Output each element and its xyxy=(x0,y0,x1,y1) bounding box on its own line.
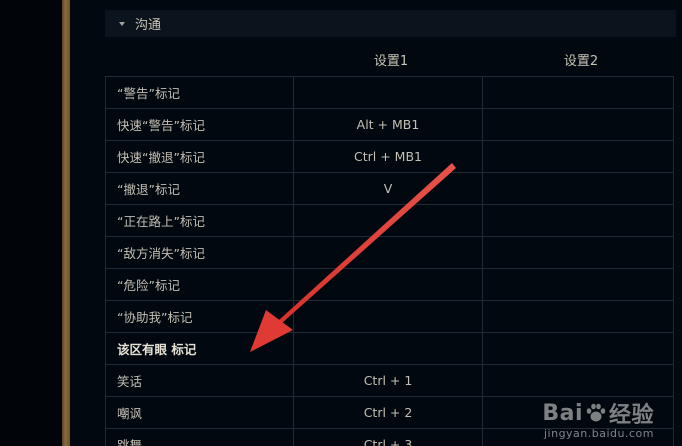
section-title: 沟通 xyxy=(135,18,162,33)
table-row: “协助我”标记 xyxy=(105,300,674,333)
column-header-set1: 设置1 xyxy=(373,54,409,69)
collapse-triangle-icon[interactable] xyxy=(119,21,125,26)
action-label: 笑话 xyxy=(105,364,294,397)
action-label: 快速“撤退”标记 xyxy=(105,140,294,173)
binding-cell-set1[interactable]: Alt + MB1 xyxy=(293,108,483,141)
watermark-brand-left: Bai xyxy=(542,400,583,426)
binding-cell-set2[interactable] xyxy=(482,108,674,141)
binding-cell-set1[interactable] xyxy=(293,268,483,301)
column-header-set2: 设置2 xyxy=(563,54,599,69)
section-header-communication[interactable]: 沟通 xyxy=(105,10,676,37)
paw-logo-icon xyxy=(585,402,607,424)
table-row-highlighted: 该区有眼 标记 xyxy=(105,332,674,365)
watermark-brand-right: 经验 xyxy=(608,403,654,428)
action-label: 快速“警告”标记 xyxy=(105,108,294,141)
binding-cell-set1[interactable] xyxy=(293,236,483,269)
table-row: “危险”标记 xyxy=(105,268,674,301)
table-row: 快速“警告”标记 Alt + MB1 xyxy=(105,108,674,141)
binding-cell-set1[interactable]: Ctrl + MB1 xyxy=(293,140,483,173)
table-row: “撤退”标记 V xyxy=(105,172,674,205)
action-label: “协助我”标记 xyxy=(105,300,294,333)
hotkey-table: “警告”标记 快速“警告”标记 Alt + MB1 快速“撤退”标记 Ctrl … xyxy=(105,76,674,446)
binding-cell-set1[interactable] xyxy=(293,204,483,237)
binding-cell-set2[interactable] xyxy=(482,76,674,109)
binding-cell-set1[interactable] xyxy=(293,76,483,109)
settings-page: 沟通 设置1 设置2 “警告”标记 快速“警告”标记 Alt + MB1 快速“… xyxy=(0,0,682,446)
action-label: “撤退”标记 xyxy=(105,172,294,205)
action-label: 跳舞 xyxy=(105,428,294,446)
action-label: 该区有眼 标记 xyxy=(105,332,294,365)
binding-cell-set2[interactable] xyxy=(482,364,674,397)
table-row: “敌方消失”标记 xyxy=(105,236,674,269)
binding-cell-set1[interactable] xyxy=(293,332,483,365)
table-row: “警告”标记 xyxy=(105,76,674,109)
binding-cell-set1[interactable]: V xyxy=(293,172,483,205)
binding-cell-set2[interactable] xyxy=(482,204,674,237)
watermark-site: jingyan.baidu.com xyxy=(543,427,654,440)
binding-cell-set1[interactable] xyxy=(293,300,483,333)
baidu-jingyan-watermark: Bai 经验 jingyan.baidu.com xyxy=(542,397,654,441)
gold-border-divider xyxy=(62,0,70,446)
left-panel xyxy=(0,0,62,446)
binding-cell-set1[interactable]: Ctrl + 1 xyxy=(293,364,483,397)
table-row: 笑话 Ctrl + 1 xyxy=(105,364,674,397)
table-row: 快速“撤退”标记 Ctrl + MB1 xyxy=(105,140,674,173)
binding-cell-set1[interactable]: Ctrl + 2 xyxy=(293,396,483,429)
action-label: “危险”标记 xyxy=(105,268,294,301)
binding-cell-set2[interactable] xyxy=(482,172,674,205)
binding-cell-set1[interactable]: Ctrl + 3 xyxy=(293,428,483,446)
table-row: “正在路上”标记 xyxy=(105,204,674,237)
binding-cell-set2[interactable] xyxy=(482,236,674,269)
action-label: 嘲讽 xyxy=(105,396,294,429)
binding-cell-set2[interactable] xyxy=(482,268,674,301)
action-label: “警告”标记 xyxy=(105,76,294,109)
binding-cell-set2[interactable] xyxy=(482,300,674,333)
action-label: “敌方消失”标记 xyxy=(105,236,294,269)
action-label: “正在路上”标记 xyxy=(105,204,294,237)
binding-cell-set2[interactable] xyxy=(482,332,674,365)
hotkey-settings-content: 沟通 设置1 设置2 “警告”标记 快速“警告”标记 Alt + MB1 快速“… xyxy=(70,0,682,446)
binding-cell-set2[interactable] xyxy=(482,140,674,173)
